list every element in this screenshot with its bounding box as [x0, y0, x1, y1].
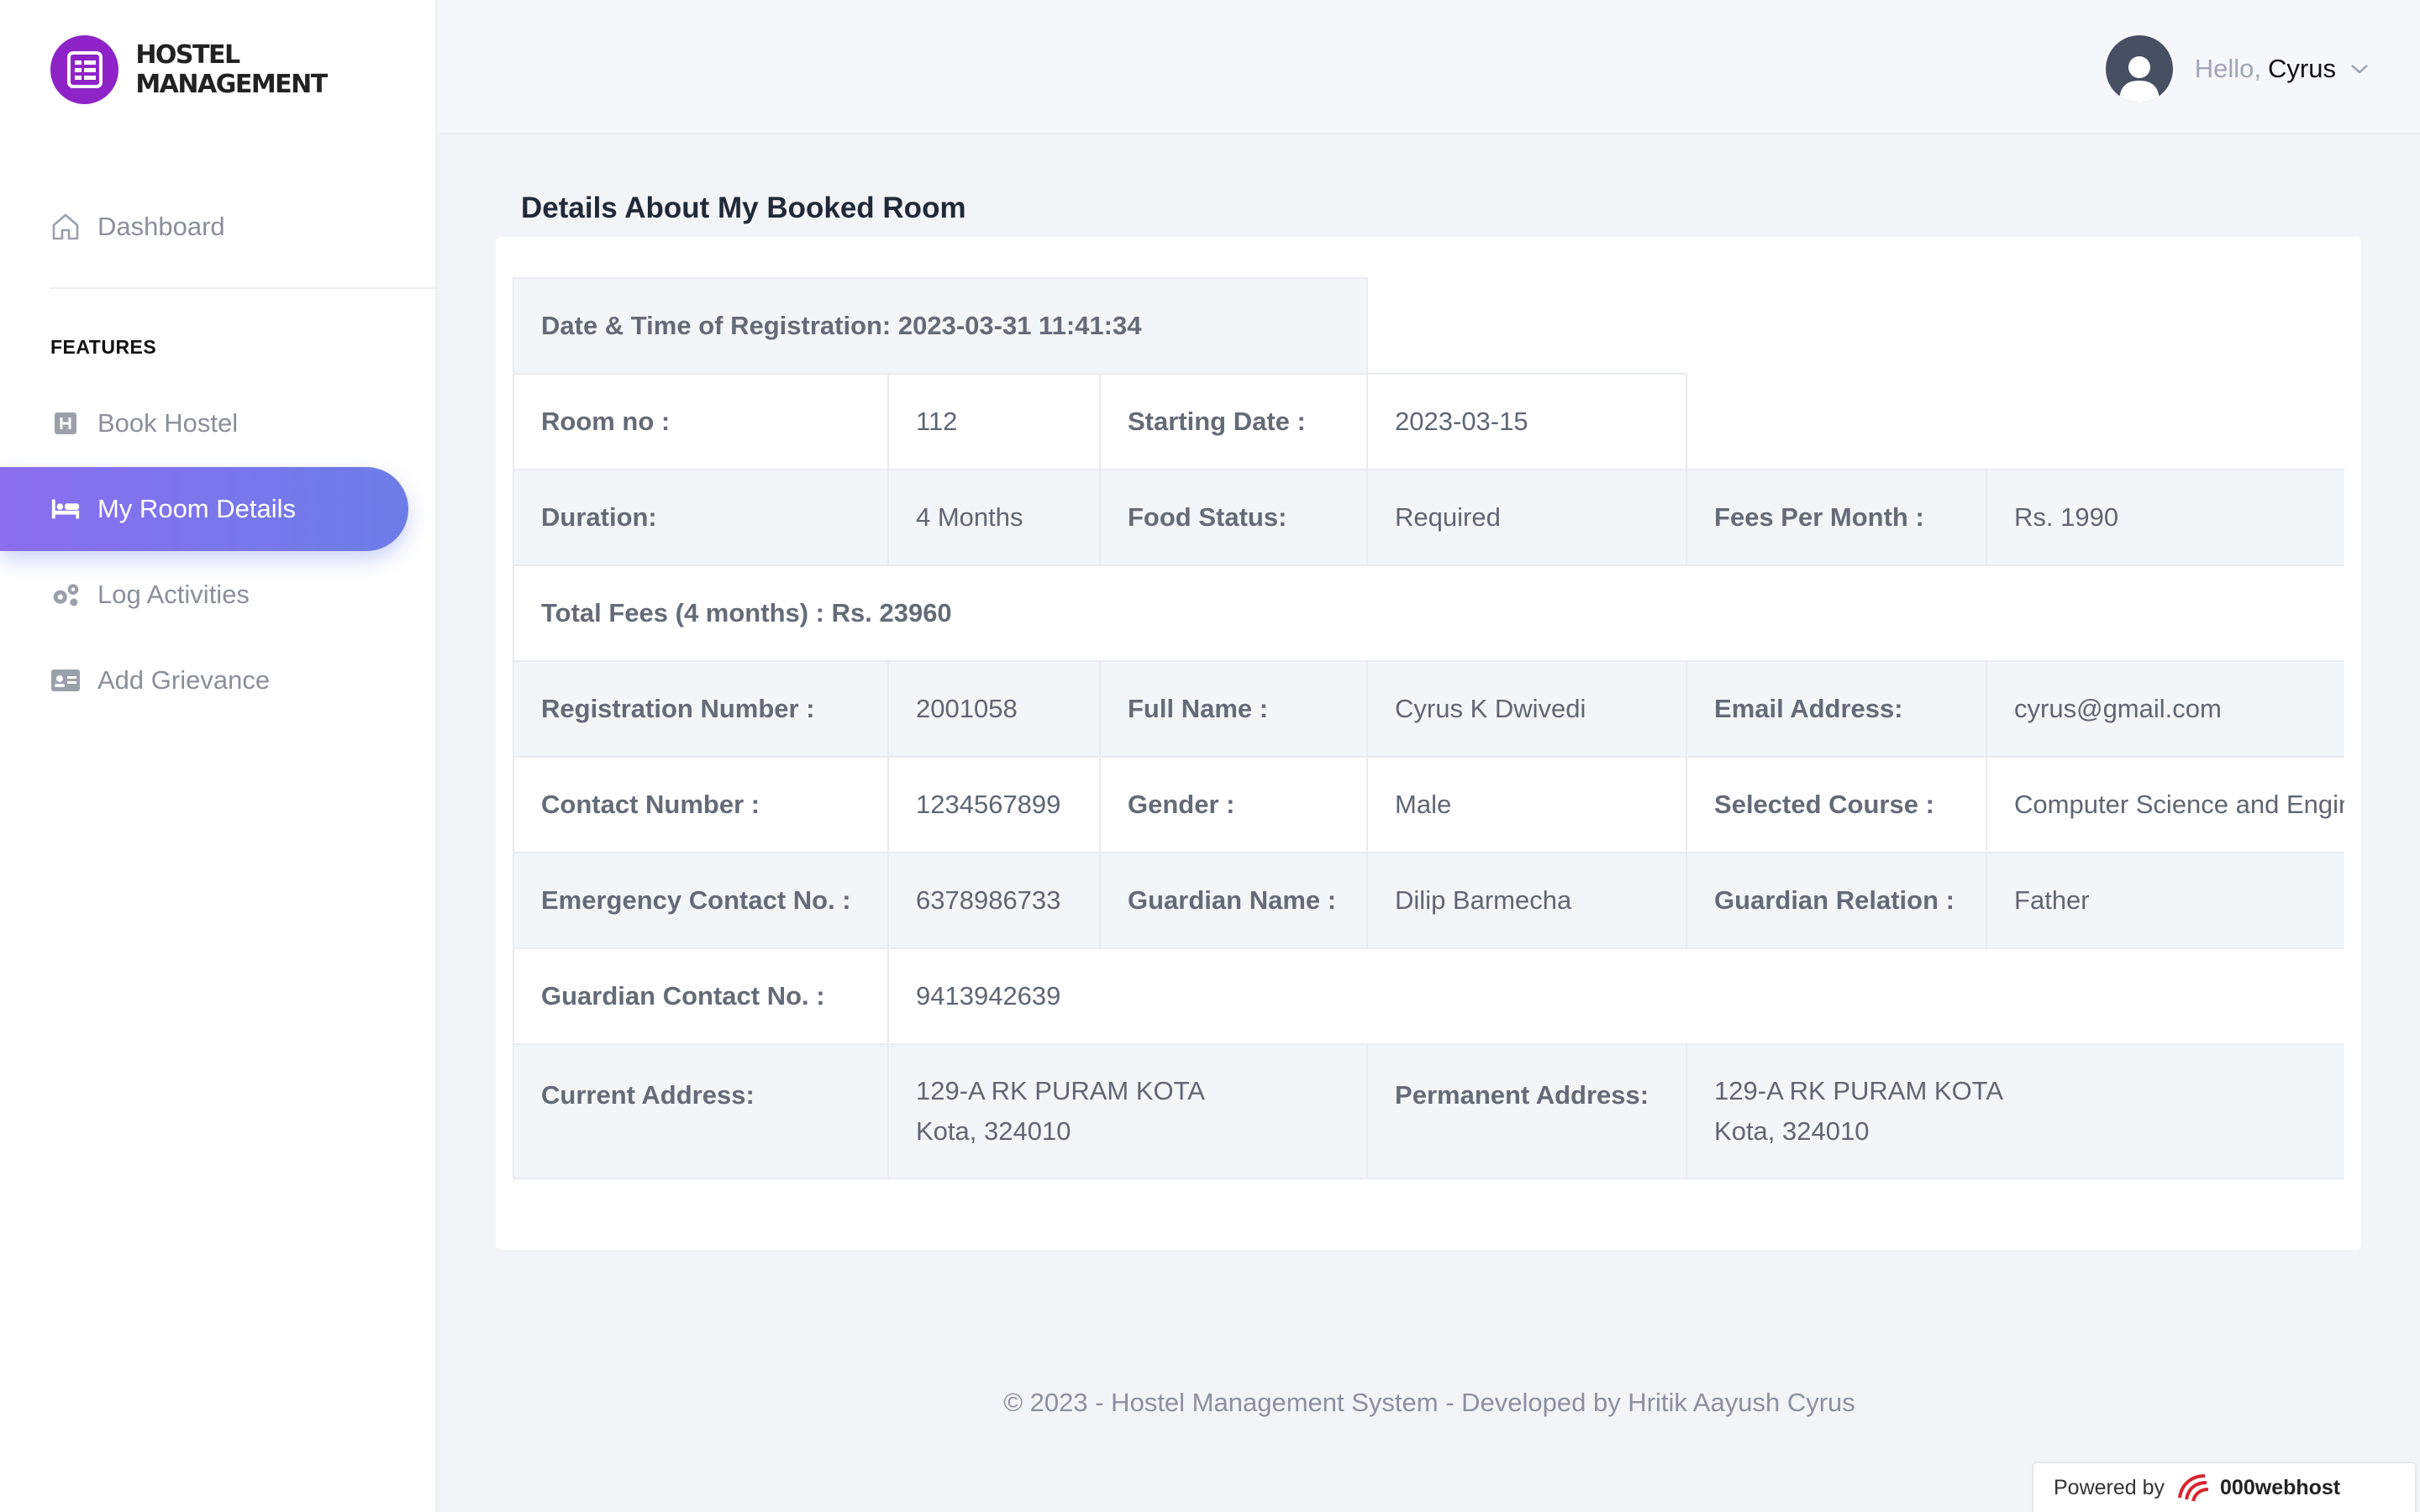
food-status-value: Required	[1366, 469, 1688, 566]
sidebar-item-label: Log Activities	[97, 580, 250, 609]
powered-by-badge[interactable]: Powered by 000webhost	[2032, 1462, 2417, 1512]
gender-value: Male	[1366, 756, 1688, 853]
brand-name: HOSTEL MANAGEMENT	[135, 40, 328, 99]
permanent-address-line2: Kota, 324010	[1714, 1116, 1870, 1146]
contact-label: Contact Number :	[513, 756, 889, 853]
powered-by-label: Powered by	[2054, 1475, 2165, 1499]
user-menu[interactable]: Hello, Cyrus	[2105, 35, 2371, 102]
page-title: Details About My Booked Room	[521, 192, 966, 224]
sidebar-item-label: My Room Details	[97, 494, 296, 523]
gears-icon	[50, 580, 81, 610]
sidebar-divider	[50, 287, 437, 289]
sidebar-item-label: Dashboard	[97, 212, 225, 241]
permanent-address-value: 129-A RK PURAM KOTA Kota, 324010	[1686, 1043, 2344, 1179]
fees-label: Fees Per Month :	[1686, 469, 1988, 566]
guardian-contact-label: Guardian Contact No. :	[513, 948, 889, 1045]
bed-icon	[50, 494, 81, 524]
sidebar-item-add-grievance[interactable]: Add Grievance	[0, 638, 408, 722]
starting-date-value: 2023-03-15	[1366, 373, 1688, 470]
course-value: Computer Science and Engineering	[1986, 756, 2344, 853]
emergency-label: Emergency Contact No. :	[513, 852, 889, 949]
table-row: Contact Number : 1234567899 Gender : Mal…	[513, 756, 2344, 853]
room-no-label: Room no :	[513, 373, 889, 470]
brand[interactable]: HOSTEL MANAGEMENT	[50, 35, 435, 104]
sidebar-item-dashboard[interactable]: Dashboard	[0, 185, 408, 269]
table-row: Current Address: 129-A RK PURAM KOTA Kot…	[513, 1043, 2344, 1179]
room-details-table-wrap: Date & Time of Registration: 2023-03-31 …	[513, 277, 2344, 1184]
sidebar-item-log-activities[interactable]: Log Activities	[0, 553, 408, 637]
table-row: Date & Time of Registration: 2023-03-31 …	[513, 277, 2344, 375]
sidebar: HOSTEL MANAGEMENT Dashboard FEATURES Boo…	[0, 0, 437, 1512]
permanent-address-line1: 129-A RK PURAM KOTA	[1714, 1076, 2003, 1105]
table-row: Duration: 4 Months Food Status: Required…	[513, 469, 2344, 566]
current-address-value: 129-A RK PURAM KOTA Kota, 324010	[886, 1043, 1369, 1179]
section-title: FEATURES	[50, 336, 157, 358]
sidebar-item-label: Add Grievance	[97, 665, 271, 695]
home-icon	[50, 212, 81, 242]
reg-no-value: 2001058	[887, 660, 1101, 758]
table-row: Emergency Contact No. : 6378986733 Guard…	[513, 852, 2344, 949]
guardian-relation-label: Guardian Relation :	[1686, 852, 1988, 949]
greeting: Hello,	[2194, 54, 2262, 83]
guardian-name-value: Dilip Barmecha	[1366, 852, 1688, 949]
starting-date-label: Starting Date :	[1098, 373, 1369, 470]
gender-label: Gender :	[1098, 756, 1369, 853]
room-details-table: Date & Time of Registration: 2023-03-31 …	[513, 277, 2344, 1179]
current-address-label: Current Address:	[513, 1043, 889, 1179]
permanent-address-label: Permanent Address:	[1366, 1043, 1688, 1179]
sidebar-item-label: Book Hostel	[97, 408, 239, 438]
table-row: Total Fees (4 months) : Rs. 23960	[513, 564, 2344, 662]
username: Cyrus	[2268, 54, 2336, 83]
email-value: cyrus@gmail.com	[1986, 660, 2344, 758]
emergency-value: 6378986733	[887, 852, 1101, 949]
table-row: Room no : 112 Starting Date : 2023-03-15	[513, 373, 2344, 470]
room-no-value: 112	[887, 373, 1101, 470]
full-name-label: Full Name :	[1098, 660, 1369, 758]
guardian-contact-value: 9413942639	[886, 948, 2344, 1045]
total-fees: Total Fees (4 months) : Rs. 23960	[513, 564, 2344, 662]
guardian-relation-value: Father	[1986, 852, 2344, 949]
id-card-icon	[50, 665, 81, 696]
sidebar-item-my-room-details[interactable]: My Room Details	[0, 467, 408, 551]
duration-label: Duration:	[513, 469, 889, 566]
reg-no-label: Registration Number :	[513, 660, 889, 758]
full-name-value: Cyrus K Dwivedi	[1366, 660, 1688, 758]
webhost-name: 000webhost	[2220, 1475, 2341, 1499]
current-address-line1: 129-A RK PURAM KOTA	[916, 1076, 1205, 1105]
food-status-label: Food Status:	[1098, 469, 1369, 566]
footer-copyright: © 2023 - Hostel Management System - Deve…	[1003, 1388, 1855, 1417]
top-header: Hello, Cyrus	[439, 0, 2420, 134]
avatar	[2105, 35, 2173, 102]
table-row: Guardian Contact No. : 9413942639	[513, 948, 2344, 1045]
hotel-icon	[50, 408, 81, 438]
registration-datetime: Date & Time of Registration: 2023-03-31 …	[513, 277, 1369, 375]
guardian-name-label: Guardian Name :	[1098, 852, 1369, 949]
table-row: Registration Number : 2001058 Full Name …	[513, 660, 2344, 758]
email-label: Email Address:	[1686, 660, 1988, 758]
contact-value: 1234567899	[887, 756, 1101, 853]
fees-value: Rs. 1990	[1986, 469, 2344, 566]
hostel-logo-icon	[50, 35, 119, 104]
room-details-card: Date & Time of Registration: 2023-03-31 …	[496, 237, 2361, 1250]
chevron-down-icon[interactable]	[2349, 58, 2371, 80]
sidebar-item-book-hostel[interactable]: Book Hostel	[0, 381, 408, 465]
current-address-line2: Kota, 324010	[916, 1116, 1071, 1146]
course-label: Selected Course :	[1686, 756, 1988, 853]
duration-value: 4 Months	[887, 469, 1101, 566]
webhost-logo-icon	[2176, 1473, 2213, 1503]
